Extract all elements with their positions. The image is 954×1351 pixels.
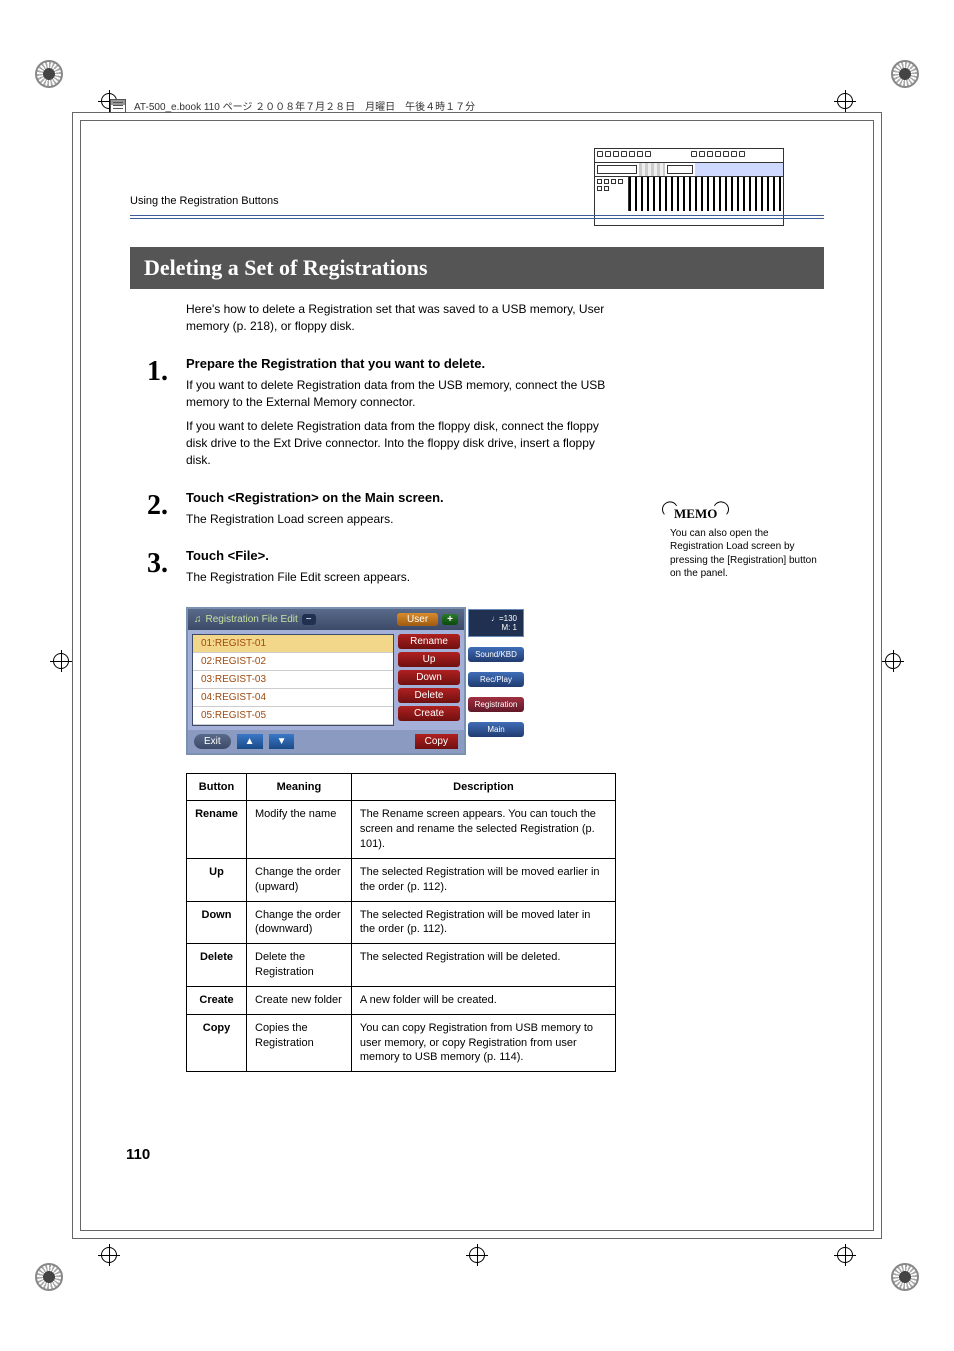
table-row: Up Change the order (upward) The selecte… bbox=[187, 858, 616, 901]
table-header: Meaning bbox=[247, 773, 352, 801]
section-rule bbox=[130, 215, 824, 219]
page-title: Deleting a Set of Registrations bbox=[130, 247, 824, 289]
step-2: 2. Touch <Registration> on the Main scre… bbox=[130, 490, 620, 534]
create-button[interactable]: Create bbox=[398, 706, 460, 721]
step-text: If you want to delete Registration data … bbox=[186, 377, 620, 412]
registration-mark-icon bbox=[834, 1244, 856, 1266]
book-icon bbox=[110, 99, 126, 113]
table-header: Description bbox=[351, 773, 615, 801]
table-row: Down Change the order (downward) The sel… bbox=[187, 901, 616, 944]
table-cell: Change the order (downward) bbox=[247, 901, 352, 944]
page-number: 110 bbox=[126, 1146, 150, 1163]
list-item[interactable]: 05:REGIST-05 bbox=[193, 707, 393, 725]
table-cell: A new folder will be created. bbox=[351, 986, 615, 1014]
down-arrow-icon[interactable]: ▼ bbox=[269, 734, 295, 749]
table-cell: The selected Registration will be moved … bbox=[351, 858, 615, 901]
sound-kbd-button[interactable]: Sound/KBD bbox=[468, 647, 524, 662]
ui-screenshot: ♫ Registration File Edit − User + 01:REG… bbox=[186, 607, 466, 755]
list-item[interactable]: 04:REGIST-04 bbox=[193, 689, 393, 707]
step-text: If you want to delete Registration data … bbox=[186, 418, 620, 470]
table-cell: Change the order (upward) bbox=[247, 858, 352, 901]
step-text: The Registration Load screen appears. bbox=[186, 511, 620, 528]
step-1: 1. Prepare the Registration that you wan… bbox=[130, 356, 620, 476]
tempo-value: ♩=130 bbox=[475, 614, 517, 623]
minus-icon[interactable]: − bbox=[302, 614, 316, 625]
main-button[interactable]: Main bbox=[468, 722, 524, 737]
table-cell: You can copy Registration from USB memor… bbox=[351, 1014, 615, 1072]
table-row: Create Create new folder A new folder wi… bbox=[187, 986, 616, 1014]
table-cell: Down bbox=[187, 901, 247, 944]
table-cell: The Rename screen appears. You can touch… bbox=[351, 801, 615, 859]
table-cell: Up bbox=[187, 858, 247, 901]
music-icon: ♫ bbox=[194, 614, 202, 625]
table-cell: Copy bbox=[187, 1014, 247, 1072]
rename-button[interactable]: Rename bbox=[398, 634, 460, 649]
table-row: Rename Modify the name The Rename screen… bbox=[187, 801, 616, 859]
registration-mark-icon bbox=[834, 90, 856, 112]
list-item[interactable]: 03:REGIST-03 bbox=[193, 671, 393, 689]
memo-text: You can also open the Registration Load … bbox=[670, 527, 820, 581]
measure-value: M: 1 bbox=[475, 623, 517, 632]
intro-text: Here's how to delete a Registration set … bbox=[186, 301, 616, 336]
crop-mark-bottom-right bbox=[891, 1263, 919, 1291]
registration-mark-icon bbox=[50, 650, 72, 672]
registration-button[interactable]: Registration bbox=[468, 697, 524, 712]
crop-mark-top-right bbox=[891, 60, 919, 88]
registration-mark-icon bbox=[882, 650, 904, 672]
registration-mark-icon bbox=[466, 1244, 488, 1266]
step-number: 1. bbox=[130, 356, 168, 476]
table-row: Copy Copies the Registration You can cop… bbox=[187, 1014, 616, 1072]
delete-button[interactable]: Delete bbox=[398, 688, 460, 703]
table-cell: Modify the name bbox=[247, 801, 352, 859]
table-cell: Delete bbox=[187, 944, 247, 987]
up-arrow-icon[interactable]: ▲ bbox=[237, 734, 263, 749]
registration-mark-icon bbox=[98, 1244, 120, 1266]
header-text: AT-500_e.book 110 ページ ２００８年７月２８日 月曜日 午後４… bbox=[134, 98, 475, 113]
up-button[interactable]: Up bbox=[398, 652, 460, 667]
table-cell: The selected Registration will be moved … bbox=[351, 901, 615, 944]
table-cell: Copies the Registration bbox=[247, 1014, 352, 1072]
step-title: Prepare the Registration that you want t… bbox=[186, 356, 620, 371]
registration-list: 01:REGIST-01 02:REGIST-02 03:REGIST-03 0… bbox=[192, 634, 394, 726]
table-cell: Create bbox=[187, 986, 247, 1014]
breadcrumb: Using the Registration Buttons bbox=[130, 195, 824, 207]
rec-play-button[interactable]: Rec/Play bbox=[468, 672, 524, 687]
list-item[interactable]: 01:REGIST-01 bbox=[193, 635, 393, 653]
step-number: 3. bbox=[130, 548, 168, 592]
crop-mark-bottom-left bbox=[35, 1263, 63, 1291]
list-item[interactable]: 02:REGIST-02 bbox=[193, 653, 393, 671]
tempo-display: ♩=130 M: 1 bbox=[468, 609, 524, 637]
button-description-table: Button Meaning Description Rename Modify… bbox=[186, 773, 616, 1073]
plus-icon[interactable]: + bbox=[442, 614, 458, 625]
step-number: 2. bbox=[130, 490, 168, 534]
copy-button[interactable]: Copy bbox=[415, 734, 458, 749]
step-title: Touch <File>. bbox=[186, 548, 620, 563]
table-cell: Create new folder bbox=[247, 986, 352, 1014]
table-header: Button bbox=[187, 773, 247, 801]
down-button[interactable]: Down bbox=[398, 670, 460, 685]
table-row: Delete Delete the Registration The selec… bbox=[187, 944, 616, 987]
table-cell: The selected Registration will be delete… bbox=[351, 944, 615, 987]
crop-mark-top-left bbox=[35, 60, 63, 88]
document-header: AT-500_e.book 110 ページ ２００８年７月２８日 月曜日 午後４… bbox=[110, 98, 475, 113]
step-text: The Registration File Edit screen appear… bbox=[186, 569, 620, 586]
table-cell: Rename bbox=[187, 801, 247, 859]
exit-button[interactable]: Exit bbox=[194, 734, 231, 749]
memo-icon: MEMO bbox=[670, 505, 721, 523]
step-3: 3. Touch <File>. The Registration File E… bbox=[130, 548, 620, 592]
step-title: Touch <Registration> on the Main screen. bbox=[186, 490, 620, 505]
table-cell: Delete the Registration bbox=[247, 944, 352, 987]
memo-note: MEMO You can also open the Registration … bbox=[670, 505, 820, 581]
user-button[interactable]: User bbox=[397, 613, 438, 626]
ui-title: Registration File Edit bbox=[206, 614, 298, 625]
